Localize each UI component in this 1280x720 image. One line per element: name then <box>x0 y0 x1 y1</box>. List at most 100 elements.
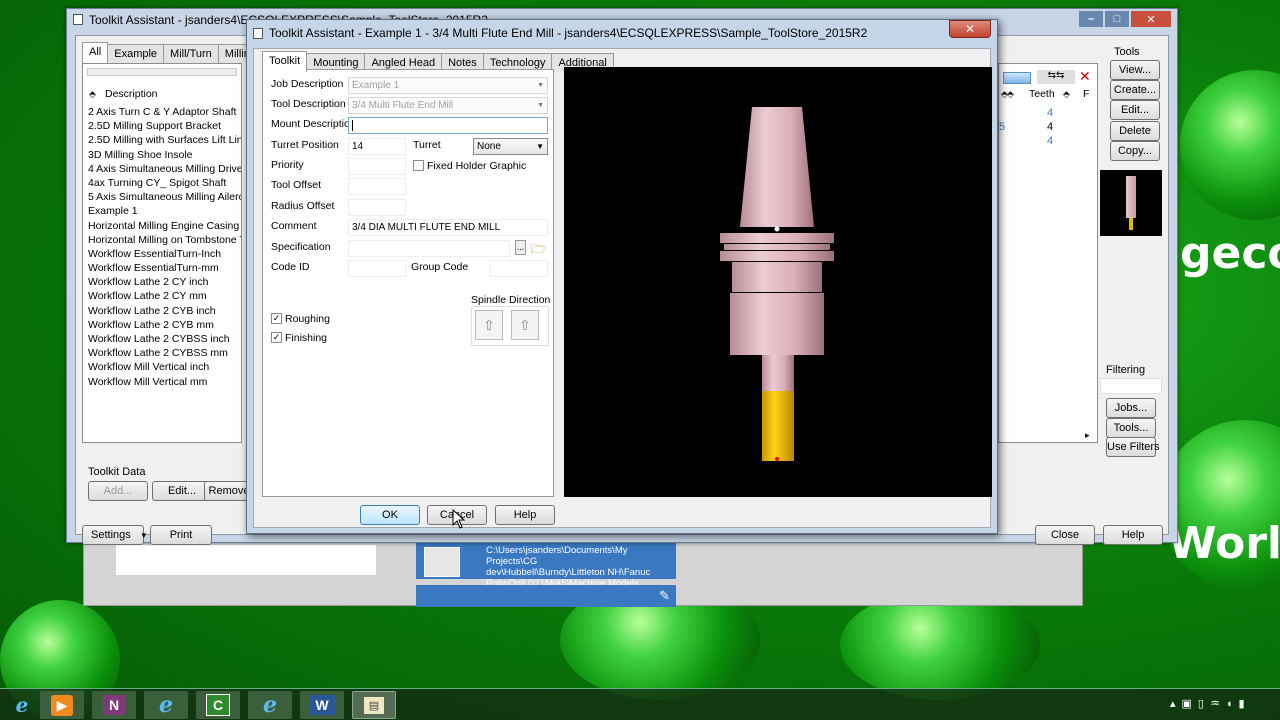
priority-input[interactable] <box>348 158 406 175</box>
table-cell: 5 <box>999 121 1006 133</box>
dialog-close-button[interactable]: ✕ <box>949 20 991 38</box>
finishing-checkbox[interactable]: ✓ <box>271 332 282 343</box>
list-item[interactable]: Workflow EssentialTurn-mm <box>83 261 241 275</box>
ie-icon[interactable]: ℯ <box>248 691 292 719</box>
spindle-ccw-icon[interactable]: ⇧ <box>511 310 539 340</box>
column-header-teeth[interactable]: Teeth <box>1029 86 1055 102</box>
onenote-icon[interactable]: N <box>92 691 136 719</box>
description-column-header[interactable]: ⬘ Description <box>83 86 241 102</box>
radius-offset-input[interactable] <box>348 199 406 216</box>
origin-marker <box>774 226 780 232</box>
chevron-down-icon: ▼ <box>537 82 544 89</box>
list-item[interactable]: 5 Axis Simultaneous Milling Aileron brac… <box>83 190 241 204</box>
toolkit-icon[interactable]: ▤ <box>352 691 396 719</box>
app-icon[interactable]: C <box>196 691 240 719</box>
help-window-button[interactable]: Help <box>1103 525 1163 545</box>
tab-example[interactable]: Example <box>107 44 165 63</box>
pin-icon[interactable]: ✎ <box>659 588 670 604</box>
filter-field[interactable] <box>1100 378 1162 394</box>
clear-filter-icon[interactable]: ✕ <box>1079 68 1091 85</box>
settings-button[interactable]: Settings ▼ <box>82 525 148 545</box>
list-item[interactable]: 2.5D Milling with Surfaces Lift Link <box>83 133 241 147</box>
folder-open-icon[interactable]: 🗁 <box>531 240 547 256</box>
word-icon[interactable]: W <box>300 691 344 719</box>
turret-position-input[interactable]: 14 <box>348 138 406 155</box>
roughing-checkbox[interactable]: ✓ <box>271 313 282 324</box>
underlying-app-area: C:\Users\jsanders\Documents\My Projects\… <box>83 538 1083 607</box>
list-item[interactable]: Horizontal Milling on Tombstone Terminal <box>83 233 241 247</box>
print-button[interactable]: Print <box>150 525 212 545</box>
recent-file-item[interactable]: C:\Users\jsanders\Documents\My Projects\… <box>416 543 676 589</box>
help-button[interactable]: Help <box>495 505 555 525</box>
list-item[interactable]: Workflow EssentialTurn-Inch <box>83 247 241 261</box>
toolbar-icons[interactable]: ⇆⇆ <box>1037 70 1075 84</box>
ie-icon[interactable]: ℯ <box>0 691 44 719</box>
mount-description-input[interactable] <box>348 117 548 134</box>
turret-label: Turret <box>413 139 441 151</box>
spindle-cw-icon[interactable]: ⇧ <box>475 310 503 340</box>
edit-tool-button[interactable]: Edit... <box>1110 100 1160 120</box>
finishing-label: Finishing <box>285 332 328 344</box>
system-tray-icons[interactable]: ▴▣▯♒◖▮ <box>1170 697 1251 710</box>
use-filters-button[interactable]: Use Filters <box>1106 437 1160 457</box>
tool-3d-viewport[interactable] <box>564 67 992 497</box>
group-code-input[interactable] <box>490 260 548 277</box>
list-item[interactable]: 4ax Turning CY_ Spigot Shaft <box>83 176 241 190</box>
delete-button[interactable]: Delete <box>1110 121 1160 141</box>
specification-input[interactable] <box>348 240 510 257</box>
close-window-button[interactable]: Close <box>1035 525 1095 545</box>
list-item[interactable]: Workflow Lathe 2 CYBSS mm <box>83 346 241 360</box>
dialog-app-icon <box>253 28 263 39</box>
desktop-brand-text: geco <box>1180 228 1280 279</box>
turret-select[interactable]: None ▼ <box>473 138 548 155</box>
tool-thumbnail <box>1100 170 1162 236</box>
dropdown-arrow-icon: ▼ <box>139 531 148 540</box>
filter-input[interactable] <box>1003 72 1031 84</box>
list-item[interactable]: 2 Axis Turn C & Y Adaptor Shaft <box>83 105 241 119</box>
maximize-button[interactable]: □ <box>1105 11 1129 27</box>
list-item[interactable]: Workflow Mill Vertical inch <box>83 360 241 374</box>
tab-all[interactable]: All <box>82 42 109 63</box>
media-player-icon[interactable]: ▶ <box>40 691 84 719</box>
dialog-title: Toolkit Assistant - Example 1 - 3/4 Mult… <box>269 26 868 40</box>
edit-button[interactable]: Edit... <box>152 481 212 501</box>
tab-mill-turn[interactable]: Mill/Turn <box>163 44 219 63</box>
list-item[interactable]: Workflow Lathe 2 CY inch <box>83 275 241 289</box>
column-header-f[interactable]: F <box>1083 86 1089 102</box>
comment-input[interactable]: 3/4 DIA MULTI FLUTE END MILL <box>348 219 548 236</box>
list-item[interactable]: 2.5D Milling Support Bracket <box>83 119 241 133</box>
tool-offset-input[interactable] <box>348 178 406 195</box>
tools-filter-button[interactable]: Tools... <box>1106 418 1156 438</box>
tab-toolkit[interactable]: Toolkit <box>262 51 308 72</box>
code-id-input[interactable] <box>348 260 406 277</box>
list-item[interactable]: Workflow Lathe 2 CYB inch <box>83 304 241 318</box>
list-item[interactable]: Example 1 <box>83 204 241 218</box>
minimize-button[interactable]: – <box>1079 11 1103 27</box>
chevron-down-icon: ▼ <box>537 102 544 109</box>
list-item[interactable]: Workflow Lathe 2 CYB mm <box>83 318 241 332</box>
browse-button[interactable]: ... <box>515 240 526 255</box>
jobs-filter-button[interactable]: Jobs... <box>1106 398 1156 418</box>
copy-button[interactable]: Copy... <box>1110 141 1160 161</box>
app-icon <box>73 14 83 25</box>
list-item[interactable]: Horizontal Milling Engine Casing <box>83 219 241 233</box>
create-button[interactable]: Create... <box>1110 80 1160 100</box>
turret-value: None <box>477 141 501 152</box>
ok-button[interactable]: OK <box>360 505 420 525</box>
holder-body <box>732 262 822 292</box>
table-header: ⬘ ⬘ Teeth ⬘ F <box>999 86 1099 102</box>
cutter-mini <box>1129 218 1133 230</box>
list-item[interactable]: Workflow Lathe 2 CYBSS inch <box>83 332 241 346</box>
close-button[interactable]: ✕ <box>1131 11 1171 27</box>
fixed-holder-checkbox[interactable] <box>413 160 424 171</box>
ie-icon[interactable]: ℯ <box>144 691 188 719</box>
recent-file-path: C:\Users\jsanders\Documents\My Projects\… <box>486 545 628 567</box>
add-button[interactable]: Add... <box>88 481 148 501</box>
list-item[interactable]: 3D Milling Shoe Insole <box>83 148 241 162</box>
end-mill-cutter <box>762 391 794 461</box>
list-item[interactable]: Workflow Lathe 2 CY mm <box>83 289 241 303</box>
list-item[interactable]: 4 Axis Simultaneous Milling Drive wheel <box>83 162 241 176</box>
scroll-right-icon[interactable]: ▸ <box>1085 430 1090 441</box>
list-item[interactable]: Workflow Mill Vertical mm <box>83 375 241 389</box>
view-button[interactable]: View... <box>1110 60 1160 80</box>
